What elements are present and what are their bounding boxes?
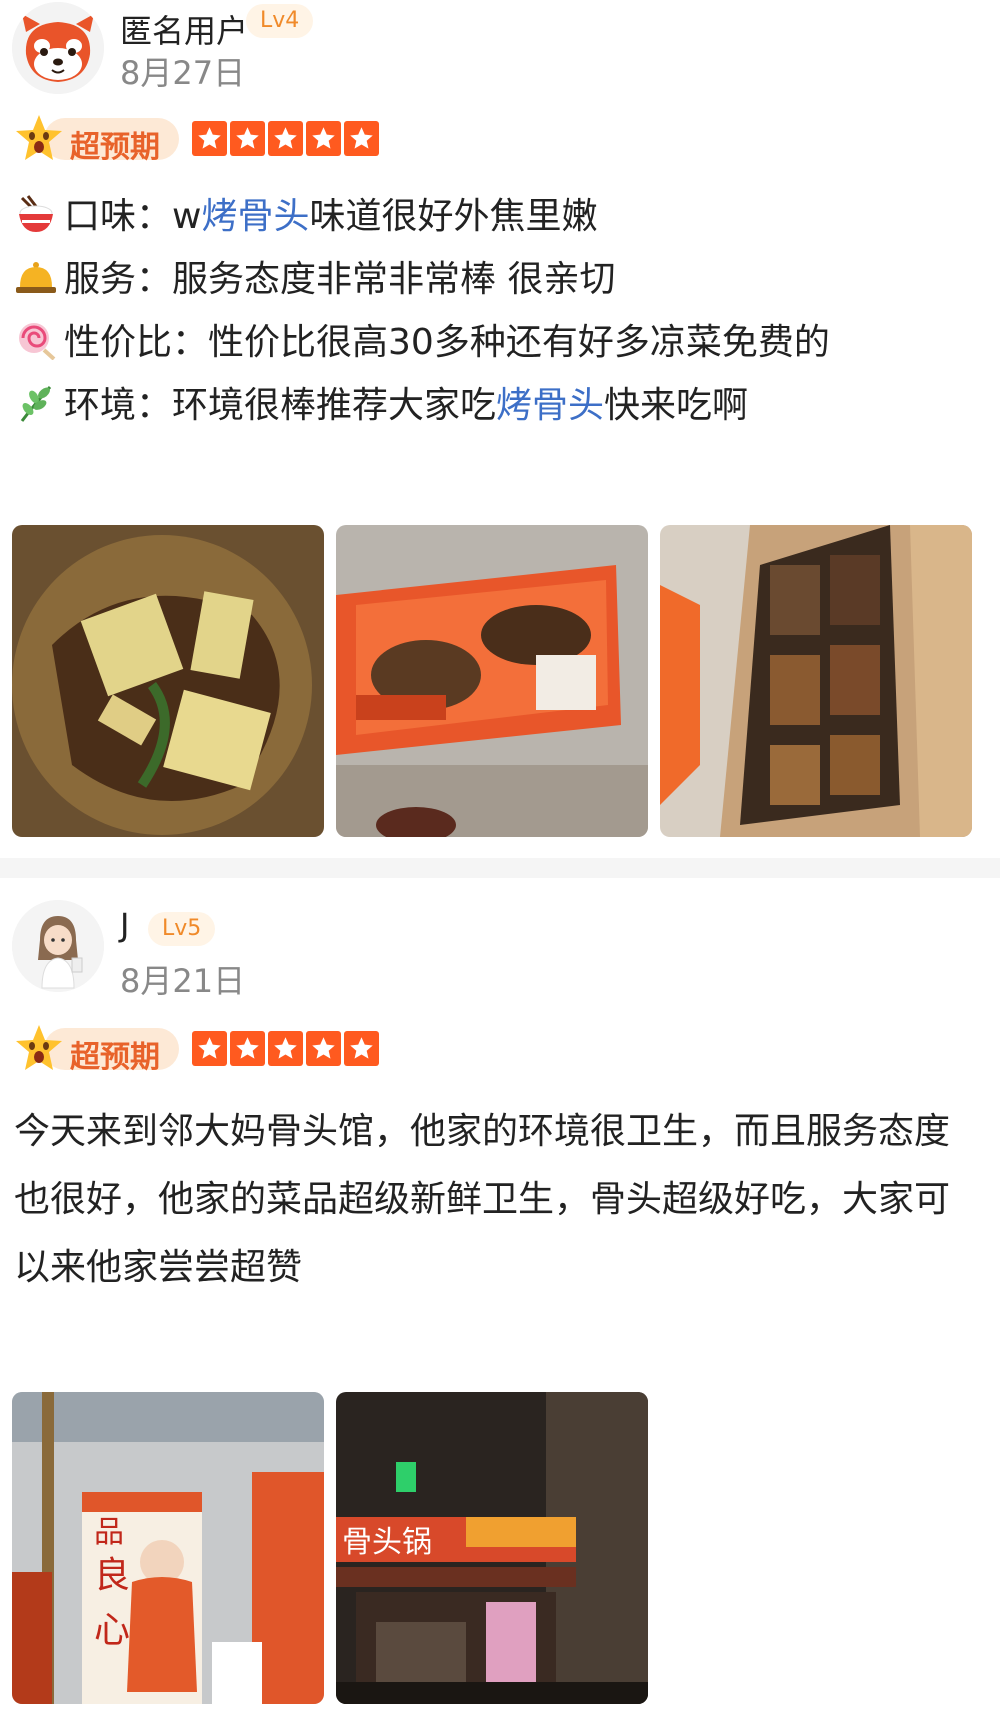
service-bell-icon (16, 262, 56, 293)
badge-label: 超预期 (70, 130, 160, 165)
aspect-taste: 口味：w烤骨头味道很好外焦里嫩 (14, 194, 598, 238)
herb-icon (20, 386, 52, 422)
star-icon (306, 1031, 341, 1066)
review-card: J Lv5 8月21日 超预期 今天来到邻大妈骨头馆，他家的环境很卫生，而且服务… (0, 878, 1000, 1718)
review-card: 匿名用户 Lv4 8月27日 超预期 口味：w烤骨头味道很好外焦里嫩 服务：服务… (0, 0, 1000, 858)
level-badge: Lv4 (246, 4, 314, 38)
aspect-label: 环境： (64, 385, 173, 426)
review-photo[interactable] (12, 525, 324, 837)
star-icon (230, 121, 265, 156)
svg-text:良: 良 (94, 1555, 130, 1596)
star-icon (268, 1031, 303, 1066)
exceed-expectation-badge: 超预期 (14, 1024, 182, 1075)
star-icon (344, 121, 379, 156)
star-rating (192, 121, 379, 156)
star-icon (268, 121, 303, 156)
username[interactable]: J (120, 906, 129, 944)
lollipop-icon (19, 323, 56, 360)
star-icon (192, 121, 227, 156)
aspect-environment: 环境：环境很棒推荐大家吃烤骨头快来吃啊 (14, 383, 748, 427)
aspect-label: 服务： (64, 259, 173, 300)
exceed-expectation-badge: 超预期 (14, 114, 182, 165)
svg-text:心: 心 (94, 1610, 130, 1651)
aspect-value: 性价比：性价比很高30多种还有好多凉菜免费的 (14, 320, 830, 364)
rice-bowl-icon (19, 195, 53, 232)
star-face-icon (16, 115, 62, 160)
review-date: 8月27日 (120, 54, 246, 92)
star-face-icon (16, 1025, 62, 1070)
review-text: 今天来到邻大妈骨头馆，他家的环境很卫生，而且服务态度也很好，他家的菜品超级新鲜卫… (14, 1111, 951, 1288)
aspect-label: 性价比： (64, 322, 209, 363)
keyword-link[interactable]: 烤骨头 (496, 385, 604, 426)
star-icon (192, 1031, 227, 1066)
review-date: 8月21日 (120, 962, 246, 1000)
review-photo[interactable]: 品 良 心 (12, 1392, 324, 1704)
user-avatar[interactable] (12, 2, 104, 94)
star-rating (192, 1031, 379, 1066)
aspect-label: 口味： (64, 196, 173, 237)
keyword-link[interactable]: 烤骨头 (201, 196, 309, 237)
review-photo[interactable] (336, 525, 648, 837)
section-divider (0, 858, 1000, 878)
badge-label: 超预期 (70, 1040, 160, 1075)
svg-text:品: 品 (94, 1515, 124, 1550)
aspect-service: 服务：服务态度非常非常棒 很亲切 (14, 257, 615, 301)
review-photo[interactable] (660, 525, 972, 837)
username[interactable]: 匿名用户 (120, 6, 248, 52)
star-icon (306, 121, 341, 156)
level-badge: Lv5 (148, 912, 216, 946)
review-photo[interactable]: 骨头锅 (336, 1392, 648, 1704)
star-icon (230, 1031, 265, 1066)
star-icon (344, 1031, 379, 1066)
user-avatar[interactable] (12, 900, 104, 992)
svg-text:骨头锅: 骨头锅 (342, 1525, 432, 1560)
